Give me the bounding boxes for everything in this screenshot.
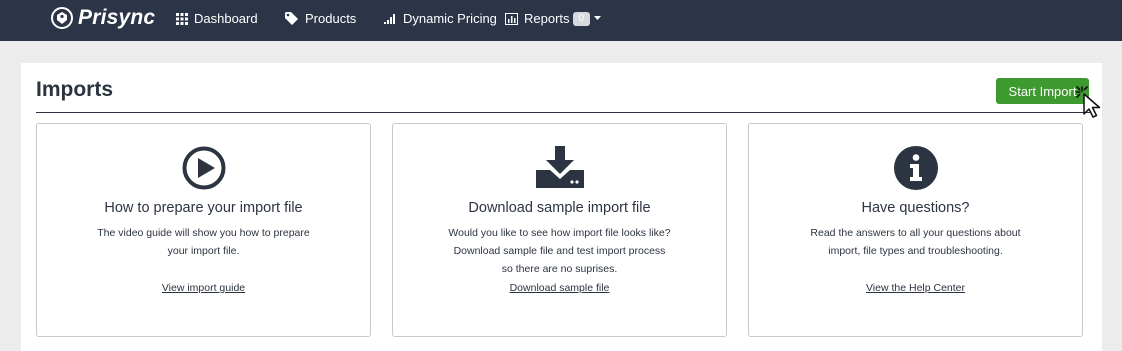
- signal-bars-icon: [384, 14, 395, 24]
- chevron-down-icon: [594, 16, 602, 20]
- pointer-cursor-icon: [1076, 86, 1101, 118]
- brand-logo[interactable]: Prisync: [50, 6, 155, 30]
- card-title: How to prepare your import file: [104, 200, 303, 216]
- view-import-guide-link[interactable]: View import guide: [37, 282, 370, 294]
- card-sample-file: Download sample import file Would you li…: [392, 123, 727, 337]
- info-circle-icon: [893, 146, 938, 190]
- bar-chart-icon: [505, 12, 518, 25]
- card-help-center: Have questions? Read the answers to all …: [748, 123, 1083, 337]
- card-title: Have questions?: [861, 200, 970, 216]
- tag-logo-icon: [51, 7, 73, 29]
- nav-dashboard[interactable]: Dashboard: [176, 11, 258, 26]
- nav-reports[interactable]: Reports 0: [505, 11, 607, 26]
- nav-dashboard-label: Dashboard: [194, 11, 258, 26]
- tag-icon: [285, 12, 298, 25]
- card-import-guide: How to prepare your import file The vide…: [36, 123, 371, 337]
- nav-products-label: Products: [305, 11, 357, 26]
- reports-count-badge: 0: [572, 11, 591, 26]
- grid-icon: [176, 12, 188, 25]
- top-navbar: Prisync Dashboard Products Dynamic Prici…: [0, 0, 1122, 41]
- nav-products[interactable]: Products: [285, 11, 356, 26]
- card-description: Would you like to see how import file lo…: [448, 227, 671, 275]
- play-circle-icon: [182, 146, 225, 190]
- nav-dynamic-pricing-label: Dynamic Pricing: [403, 11, 497, 26]
- view-help-center-link[interactable]: View the Help Center: [749, 282, 1082, 294]
- page-title: Imports: [36, 78, 114, 101]
- card-description: The video guide will show you how to pre…: [97, 227, 310, 257]
- card-title: Download sample import file: [468, 200, 651, 216]
- nav-reports-label: Reports: [524, 11, 570, 26]
- card-description: Read the answers to all your questions a…: [810, 227, 1021, 257]
- brand-name: Prisync: [78, 6, 156, 29]
- download-sample-file-link[interactable]: Download sample file: [393, 282, 726, 294]
- download-icon: [535, 146, 584, 188]
- title-divider: [36, 112, 1091, 113]
- nav-dynamic-pricing[interactable]: Dynamic Pricing: [384, 11, 497, 26]
